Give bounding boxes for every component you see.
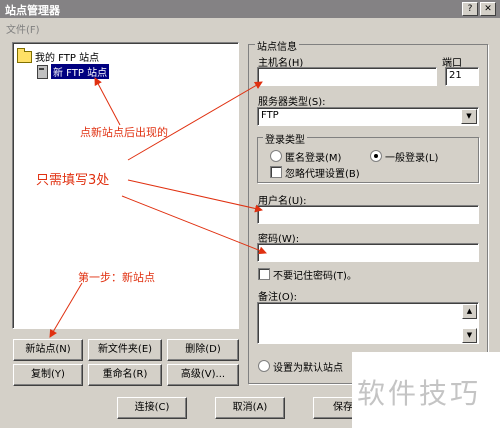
- watermark-text: 软件技巧: [357, 377, 482, 410]
- arrow-to-new-site-button: [49, 282, 83, 338]
- arrow-to-username: [127, 179, 263, 213]
- annotation-step-one: 第一步：新站点: [78, 271, 155, 284]
- annotation-fill-three: 只需填写3处: [36, 173, 110, 188]
- arrow-to-new-site: [94, 77, 121, 126]
- arrow-to-password: [121, 195, 267, 255]
- arrow-to-host: [127, 81, 263, 161]
- annotation-new-site-appears: 点新站点后出现的: [80, 126, 168, 139]
- site-manager-window: 站点管理器 ? ✕ 文件(F) 我的 FTP 站点 新 FTP 站点 新站点(N…: [0, 0, 500, 428]
